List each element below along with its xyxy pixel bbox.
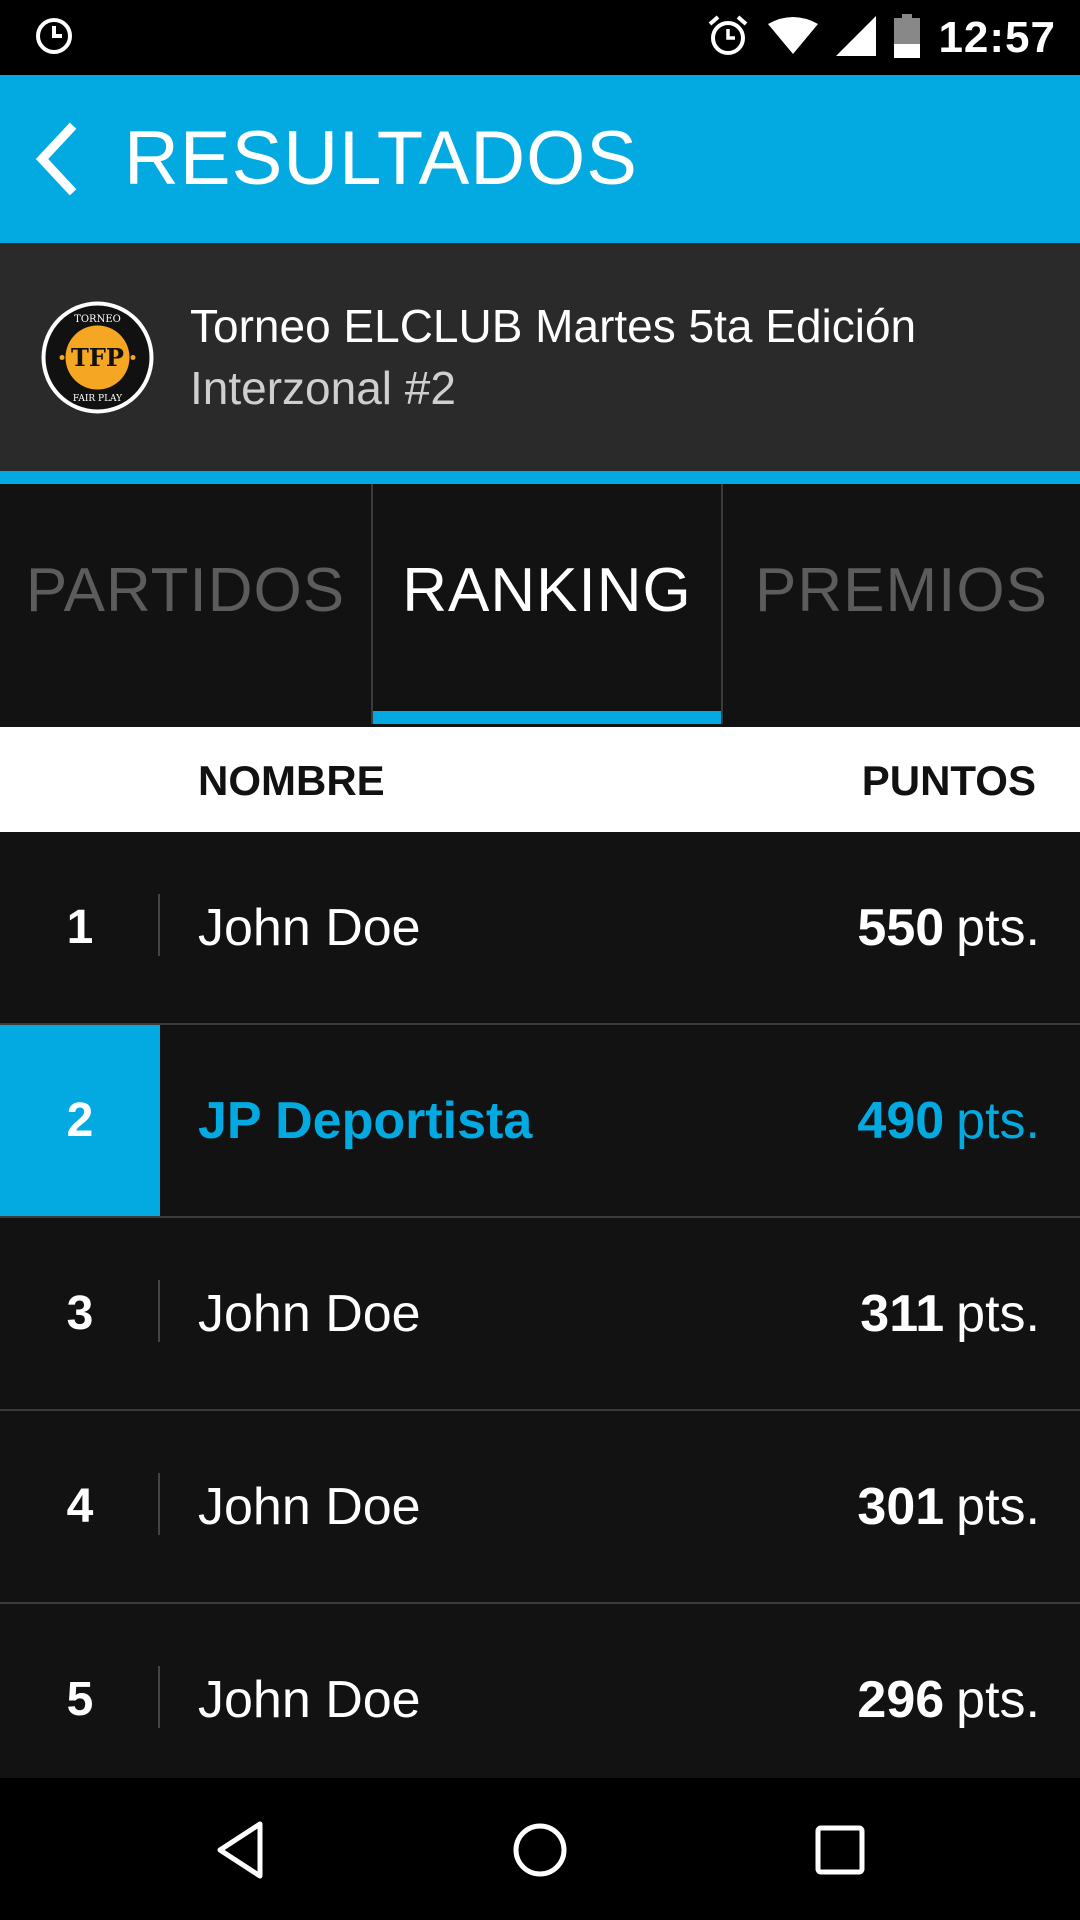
divider xyxy=(158,1666,160,1728)
tournament-header: TORNEO TFP FAIR PLAY Torneo ELCLUB Marte… xyxy=(0,243,1080,471)
tournament-subtitle: Interzonal #2 xyxy=(190,362,456,414)
rank-number: 1 xyxy=(66,901,94,954)
player-points: 490 pts. xyxy=(857,1091,1040,1150)
player-points: 296 pts. xyxy=(857,1670,1040,1729)
nav-back-icon[interactable] xyxy=(192,1802,288,1898)
tab-bar: PARTIDOS RANKING PREMIOS xyxy=(0,484,1080,724)
app-bar: RESULTADOS xyxy=(0,75,1080,243)
svg-text:TORNEO: TORNEO xyxy=(74,314,121,325)
ranking-list: 1 John Doe 550 pts. 2 JP Deportista 490 pt… xyxy=(0,832,1080,1797)
rank-number: 5 xyxy=(66,1673,94,1726)
player-points: 301 pts. xyxy=(857,1477,1040,1536)
clock-icon xyxy=(34,16,74,61)
divider xyxy=(0,471,1080,484)
wifi-icon xyxy=(768,16,819,61)
player-name: John Doe xyxy=(198,1477,421,1536)
divider xyxy=(158,1473,160,1535)
divider xyxy=(158,894,160,956)
nav-recents-icon[interactable] xyxy=(792,1802,888,1898)
player-name: John Doe xyxy=(198,1670,421,1729)
svg-text:FAIR PLAY: FAIR PLAY xyxy=(73,394,123,404)
tab-indicator xyxy=(373,711,721,724)
player-points: 311 pts. xyxy=(860,1284,1040,1343)
battery-icon xyxy=(894,13,921,63)
nav-home-icon[interactable] xyxy=(492,1802,588,1898)
back-arrow-icon[interactable] xyxy=(30,119,90,199)
table-row[interactable]: 5 John Doe 296 pts. xyxy=(0,1604,1080,1797)
divider xyxy=(158,1280,160,1342)
player-points: 550 pts. xyxy=(857,898,1040,957)
alarm-icon xyxy=(706,14,750,63)
tournament-logo: TORNEO TFP FAIR PLAY xyxy=(40,300,155,415)
player-name: John Doe xyxy=(198,898,421,957)
tab-partidos[interactable]: PARTIDOS xyxy=(0,484,371,724)
tab-premios[interactable]: PREMIOS xyxy=(723,484,1080,724)
column-header-points: PUNTOS xyxy=(861,757,1036,804)
table-row[interactable]: 4 John Doe 301 pts. xyxy=(0,1411,1080,1604)
navigation-bar xyxy=(0,1778,1080,1920)
table-row[interactable]: 1 John Doe 550 pts. xyxy=(0,832,1080,1025)
status-time: 12:57 xyxy=(938,13,1056,62)
table-row-highlighted[interactable]: 2 JP Deportista 490 pts. xyxy=(0,1025,1080,1218)
svg-text:TFP: TFP xyxy=(71,343,124,372)
page-title: RESULTADOS xyxy=(124,116,638,201)
rank-number: 3 xyxy=(66,1287,94,1340)
rank-number: 2 xyxy=(0,1025,160,1216)
tournament-name: Torneo ELCLUB Martes 5ta Edición xyxy=(190,300,917,352)
table-row[interactable]: 3 John Doe 311 pts. xyxy=(0,1218,1080,1411)
player-name: JP Deportista xyxy=(198,1091,533,1150)
signal-icon xyxy=(836,15,877,61)
column-header-name: NOMBRE xyxy=(198,757,385,804)
tab-ranking[interactable]: RANKING xyxy=(371,484,723,724)
rank-number: 4 xyxy=(66,1480,94,1533)
table-header: NOMBRE PUNTOS xyxy=(0,727,1080,832)
player-name: John Doe xyxy=(198,1284,421,1343)
status-bar: 12:57 xyxy=(0,0,1080,75)
